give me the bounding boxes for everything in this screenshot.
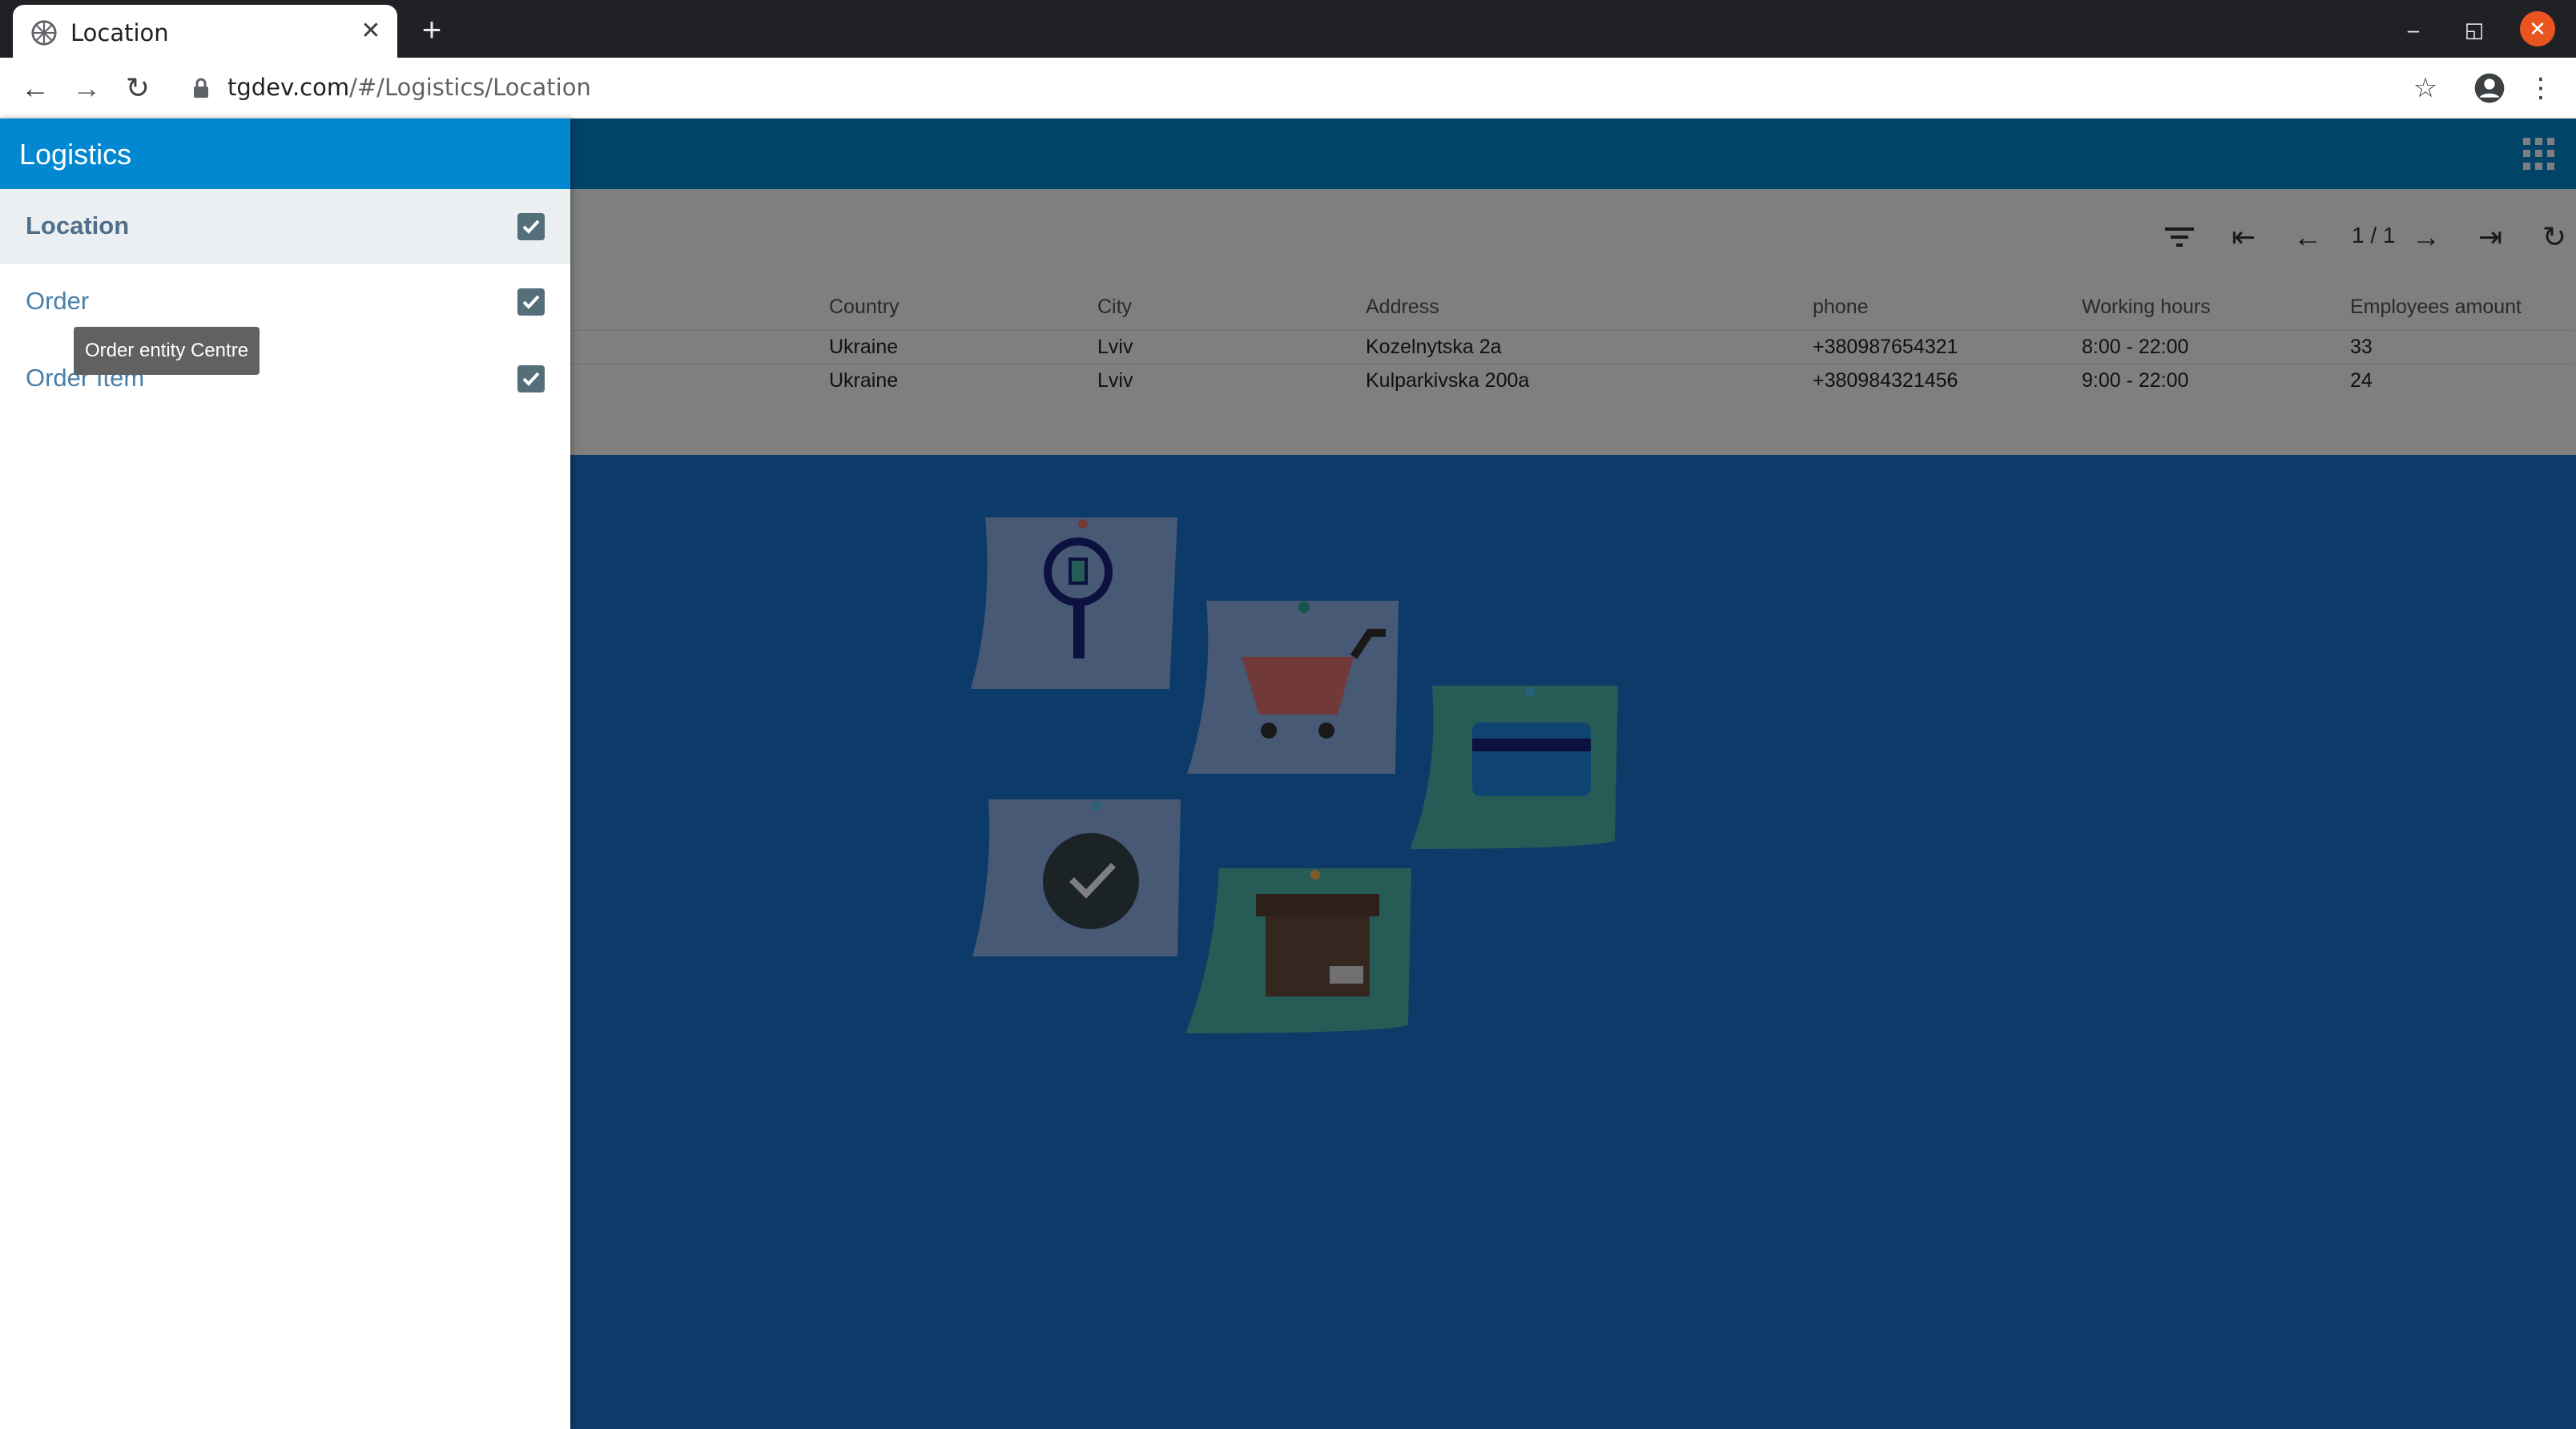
window-minimize-icon[interactable]: –	[2395, 11, 2432, 48]
url-path: /#/Logistics/Location	[349, 74, 591, 101]
browser-toolbar: ← → ↻ tgdev.com/#/Logistics/Location ☆ ⋮	[0, 58, 2576, 119]
drawer-header: Logistics	[0, 119, 570, 189]
tooltip: Order entity Centre	[74, 327, 260, 375]
browser-tab-bar: Location ✕ + – ◱ ✕	[0, 0, 2576, 58]
bookmark-star-icon[interactable]: ☆	[2408, 70, 2443, 106]
browser-menu-icon[interactable]: ⋮	[2523, 70, 2558, 106]
drawer-item-label: Order	[26, 287, 90, 315]
navigation-drawer: Logistics Location Order Order Item	[0, 119, 570, 1429]
checkbox-checked-icon[interactable]	[517, 213, 545, 240]
tab-title: Location	[70, 19, 169, 46]
checkbox-checked-icon[interactable]	[517, 365, 545, 392]
browser-tab[interactable]: Location ✕	[13, 5, 397, 58]
drawer-title: Logistics	[19, 138, 132, 171]
window-restore-icon[interactable]: ◱	[2456, 11, 2493, 48]
back-arrow-icon[interactable]: ←	[16, 69, 54, 107]
profile-icon[interactable]	[2472, 70, 2507, 106]
drawer-item-location[interactable]: Location	[0, 189, 570, 264]
checkbox-checked-icon[interactable]	[517, 288, 545, 316]
window-close-icon[interactable]: ✕	[2520, 11, 2555, 46]
address-bar[interactable]: tgdev.com/#/Logistics/Location	[227, 74, 591, 101]
lock-icon[interactable]	[192, 77, 210, 99]
tab-close-icon[interactable]: ✕	[356, 16, 386, 46]
new-tab-button[interactable]: +	[413, 13, 450, 50]
globe-icon	[31, 20, 57, 46]
url-host: tgdev.com	[227, 74, 350, 101]
drawer-item-label: Location	[26, 211, 130, 240]
forward-arrow-icon[interactable]: →	[67, 69, 106, 107]
reload-icon[interactable]: ↻	[119, 69, 157, 107]
